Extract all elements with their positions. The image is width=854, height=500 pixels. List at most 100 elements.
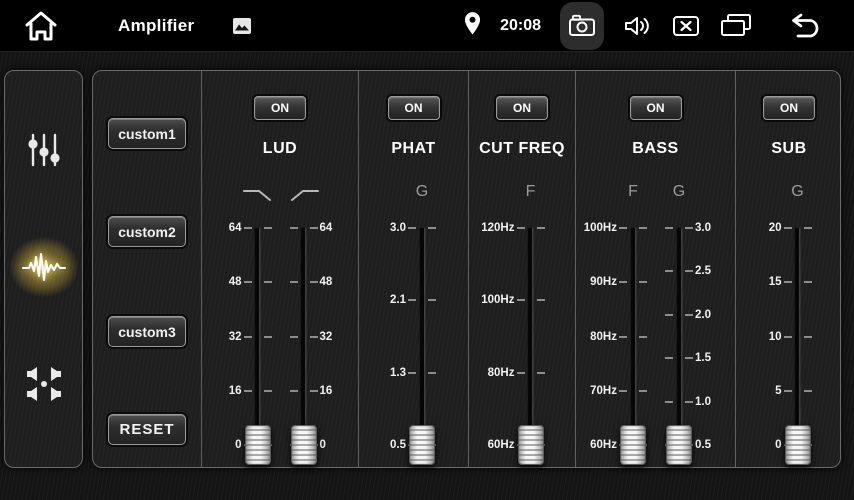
channel-title: BASS bbox=[576, 140, 735, 158]
preset-custom2-button[interactable]: custom2 bbox=[108, 216, 186, 247]
recent-apps-icon bbox=[719, 13, 753, 38]
speaker-balance-icon bbox=[25, 366, 63, 402]
camera-icon bbox=[568, 14, 596, 37]
tick-dash bbox=[665, 314, 673, 316]
channel-bass: ONBASSF100Hz90Hz80Hz70Hz60HzG3.02.52.01.… bbox=[575, 71, 735, 467]
tick-dash bbox=[310, 281, 318, 283]
tick-dash bbox=[784, 227, 792, 229]
fader-track[interactable] bbox=[796, 228, 799, 445]
fader-track[interactable] bbox=[529, 228, 532, 445]
fader-thumb[interactable] bbox=[291, 425, 317, 465]
fader-thumb[interactable] bbox=[620, 425, 646, 465]
tick-dash bbox=[244, 336, 252, 338]
back-icon bbox=[784, 13, 824, 39]
close-window-icon bbox=[672, 14, 700, 38]
channel-title: CUT FREQ bbox=[469, 140, 575, 158]
highpass-curve-icon bbox=[288, 187, 320, 208]
channel-title: PHAT bbox=[359, 140, 468, 158]
reset-button[interactable]: RESET bbox=[108, 414, 186, 445]
tick-label: 0 bbox=[734, 438, 782, 452]
fader-track[interactable] bbox=[302, 228, 305, 445]
tick-label: 64 bbox=[194, 221, 242, 235]
tick-dash bbox=[428, 299, 436, 301]
channel-sub: ONSUBG20151050 bbox=[735, 71, 842, 467]
on-button-bass[interactable]: ON bbox=[630, 96, 682, 120]
wallpaper-button[interactable] bbox=[232, 17, 252, 35]
tick-dash bbox=[517, 299, 525, 301]
on-button-sub[interactable]: ON bbox=[763, 96, 815, 120]
volume-button[interactable] bbox=[623, 14, 653, 38]
tick-dash bbox=[264, 336, 272, 338]
fader-track[interactable] bbox=[421, 228, 424, 445]
tick-dash bbox=[408, 299, 416, 301]
volume-icon bbox=[623, 14, 653, 38]
fader-track[interactable] bbox=[678, 228, 681, 445]
tick-dash bbox=[408, 372, 416, 374]
screenshot-button[interactable] bbox=[560, 2, 604, 50]
tick-dash bbox=[244, 390, 252, 392]
tick-dash bbox=[310, 336, 318, 338]
channel-cut-freq: ONCUT FREQF120Hz100Hz80Hz60Hz bbox=[468, 71, 575, 467]
sidebar bbox=[4, 70, 83, 468]
on-button-lud[interactable]: ON bbox=[254, 96, 306, 120]
tick-dash bbox=[639, 227, 647, 229]
fader-track[interactable] bbox=[632, 228, 635, 445]
sidebar-item-equalizer[interactable] bbox=[12, 121, 76, 179]
channel-phat: ONPHATG3.02.11.30.5 bbox=[358, 71, 468, 467]
tick-dash bbox=[264, 227, 272, 229]
tick-label: 60Hz bbox=[467, 438, 515, 452]
status-bar: Amplifier 20:08 bbox=[0, 0, 854, 52]
tick-label: 1.3 bbox=[358, 366, 406, 380]
slider-gain-label: F bbox=[613, 183, 653, 201]
sidebar-item-speaker-balance[interactable] bbox=[12, 355, 76, 413]
tick-dash bbox=[804, 227, 812, 229]
page-title: Amplifier bbox=[118, 16, 194, 36]
fader-thumb[interactable] bbox=[785, 425, 811, 465]
tick-dash bbox=[685, 357, 693, 359]
fader-thumb[interactable] bbox=[409, 425, 435, 465]
tick-label: 3.0 bbox=[358, 221, 406, 235]
tick-dash bbox=[408, 227, 416, 229]
waveform-icon bbox=[21, 249, 67, 285]
tick-dash bbox=[290, 281, 298, 283]
tick-label: 2.1 bbox=[358, 293, 406, 307]
fader-thumb[interactable] bbox=[666, 425, 692, 465]
tick-label: 20 bbox=[734, 221, 782, 235]
back-button[interactable] bbox=[784, 13, 824, 39]
tick-dash bbox=[639, 336, 647, 338]
close-app-button[interactable] bbox=[672, 14, 700, 38]
tick-dash bbox=[784, 281, 792, 283]
tick-dash bbox=[244, 281, 252, 283]
clock[interactable]: 20:08 bbox=[500, 17, 541, 35]
home-button[interactable] bbox=[24, 10, 58, 42]
recent-apps-button[interactable] bbox=[719, 13, 753, 38]
tick-dash bbox=[784, 336, 792, 338]
on-button-cut-freq[interactable]: ON bbox=[496, 96, 548, 120]
tick-dash bbox=[264, 281, 272, 283]
presets-column: custom1 custom2 custom3 RESET bbox=[93, 71, 201, 467]
tick-label: 16 bbox=[194, 384, 242, 398]
tick-label: 32 bbox=[194, 330, 242, 344]
tick-dash bbox=[517, 227, 525, 229]
tick-label: 0.5 bbox=[358, 438, 406, 452]
tick-dash bbox=[619, 281, 627, 283]
tick-dash bbox=[428, 227, 436, 229]
tick-dash bbox=[264, 390, 272, 392]
tick-dash bbox=[310, 390, 318, 392]
on-button-phat[interactable]: ON bbox=[388, 96, 440, 120]
tick-label: 0 bbox=[194, 438, 242, 452]
amp-panel: custom1 custom2 custom3 RESET ONLUD64483… bbox=[92, 70, 841, 468]
preset-custom1-button[interactable]: custom1 bbox=[108, 118, 186, 149]
lowpass-curve-icon bbox=[242, 187, 274, 208]
slider-gain-label: F bbox=[511, 183, 551, 201]
equalizer-sliders-icon bbox=[26, 131, 62, 169]
sidebar-item-sound-effects[interactable] bbox=[12, 238, 76, 296]
tick-dash bbox=[784, 390, 792, 392]
fader-track[interactable] bbox=[256, 228, 259, 445]
preset-custom3-button[interactable]: custom3 bbox=[108, 316, 186, 347]
fader-thumb[interactable] bbox=[245, 425, 271, 465]
tick-label: 5 bbox=[734, 384, 782, 398]
slider-gain-label: G bbox=[659, 183, 699, 201]
fader-thumb[interactable] bbox=[518, 425, 544, 465]
tick-dash bbox=[619, 390, 627, 392]
